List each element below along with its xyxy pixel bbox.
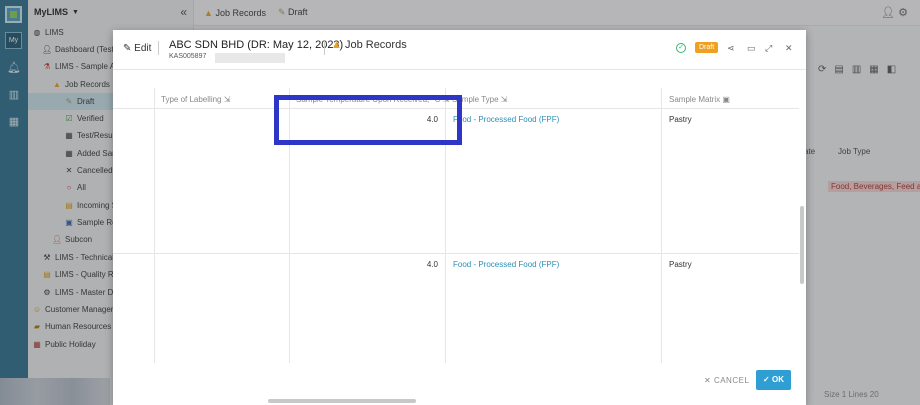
column-header-sample-matrix[interactable]: Sample Matrix ▣ [669,95,730,104]
comment-icon[interactable]: ▭ [747,43,756,54]
column-divider [154,88,155,363]
edit-job-dialog: ✎ Edit ABC SDN BHD (DR: May 12, 2023) KA… [113,30,806,405]
dialog-title: ABC SDN BHD (DR: May 12, 2023) [169,39,344,51]
annotation-highlight-box [274,95,462,145]
filter-icon: ▣ [722,95,730,104]
triangle-icon: ▲ [331,39,342,51]
redacted-text [215,53,285,63]
row-divider [113,253,799,254]
sort-icon: ⇲ [500,95,508,104]
edit-icon: ✎ [123,43,132,54]
column-header-labelling[interactable]: Type of Labelling ⇲ [161,95,230,104]
verified-check-icon[interactable]: ✓ [676,43,686,53]
sample-matrix-cell[interactable]: Pastry [669,115,692,124]
cancel-button[interactable]: ✕ CANCEL [704,376,749,385]
temperature-cell[interactable]: 4.0 [398,260,438,269]
divider [158,41,159,55]
sort-icon: ⇲ [223,95,231,104]
column-divider [661,88,662,363]
vertical-scrollbar[interactable] [800,206,804,284]
divider [324,41,325,55]
status-badge: Draft [695,42,719,53]
dialog-header: ✎ Edit ABC SDN BHD (DR: May 12, 2023) KA… [113,30,806,70]
sample-type-cell[interactable]: Food - Processed Food (FPF) [453,260,559,269]
edit-mode-label: ✎ Edit [123,43,152,54]
record-code: KAS005897 [169,53,207,60]
expand-icon[interactable]: ⤢ [765,43,772,54]
sample-type-cell[interactable]: Food - Processed Food (FPF) [453,115,559,124]
horizontal-scrollbar[interactable] [268,399,416,403]
ok-button[interactable]: ✓ OK [756,370,791,390]
sample-matrix-cell[interactable]: Pastry [669,260,692,269]
share-icon[interactable]: ⋖ [727,43,735,54]
close-icon[interactable]: ✕ [785,43,793,54]
job-records-link[interactable]: ▲ Job Records [331,39,407,51]
